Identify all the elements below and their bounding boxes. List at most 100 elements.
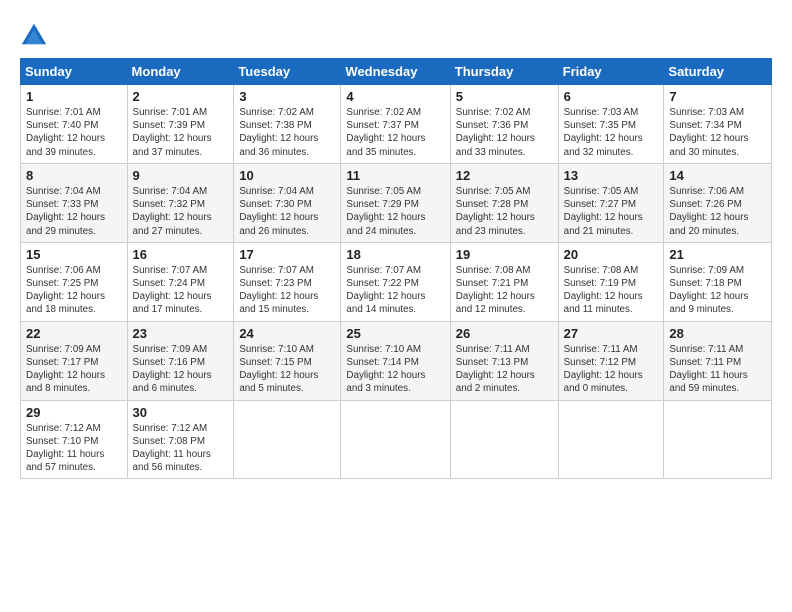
- day-info: Sunrise: 7:11 AM Sunset: 7:11 PM Dayligh…: [669, 343, 766, 396]
- day-number: 19: [456, 247, 553, 262]
- calendar-cell: [558, 400, 664, 479]
- day-number: 24: [239, 326, 335, 341]
- calendar-cell: 15 Sunrise: 7:06 AM Sunset: 7:25 PM Dayli…: [21, 242, 128, 321]
- day-info: Sunrise: 7:02 AM Sunset: 7:37 PM Dayligh…: [346, 106, 444, 159]
- calendar-cell: [664, 400, 772, 479]
- calendar-week-row: 8 Sunrise: 7:04 AM Sunset: 7:33 PM Daylig…: [21, 163, 772, 242]
- day-number: 28: [669, 326, 766, 341]
- day-number: 30: [133, 405, 229, 420]
- day-number: 9: [133, 168, 229, 183]
- day-number: 7: [669, 89, 766, 104]
- day-number: 4: [346, 89, 444, 104]
- logo-icon: [20, 20, 48, 48]
- calendar-cell: 22 Sunrise: 7:09 AM Sunset: 7:17 PM Dayli…: [21, 321, 128, 400]
- calendar-week-row: 15 Sunrise: 7:06 AM Sunset: 7:25 PM Dayli…: [21, 242, 772, 321]
- day-number: 22: [26, 326, 122, 341]
- day-info: Sunrise: 7:05 AM Sunset: 7:29 PM Dayligh…: [346, 185, 444, 238]
- day-number: 13: [564, 168, 659, 183]
- day-number: 3: [239, 89, 335, 104]
- day-number: 29: [26, 405, 122, 420]
- day-number: 10: [239, 168, 335, 183]
- day-info: Sunrise: 7:10 AM Sunset: 7:15 PM Dayligh…: [239, 343, 335, 396]
- calendar-week-row: 1 Sunrise: 7:01 AM Sunset: 7:40 PM Daylig…: [21, 85, 772, 164]
- calendar-cell: 2Sunrise: 7:01 AM Sunset: 7:39 PM Daylig…: [127, 85, 234, 164]
- day-number: 12: [456, 168, 553, 183]
- day-info: Sunrise: 7:04 AM Sunset: 7:32 PM Dayligh…: [133, 185, 229, 238]
- day-number: 20: [564, 247, 659, 262]
- calendar-cell: 5 Sunrise: 7:02 AM Sunset: 7:36 PM Daylig…: [450, 85, 558, 164]
- calendar-cell: 8 Sunrise: 7:04 AM Sunset: 7:33 PM Daylig…: [21, 163, 128, 242]
- day-info: Sunrise: 7:02 AM Sunset: 7:38 PM Dayligh…: [239, 106, 335, 159]
- day-number: 5: [456, 89, 553, 104]
- calendar-cell: 19 Sunrise: 7:08 AM Sunset: 7:21 PM Dayli…: [450, 242, 558, 321]
- day-info: Sunrise: 7:03 AM Sunset: 7:35 PM Dayligh…: [564, 106, 659, 159]
- day-header-thursday: Thursday: [450, 59, 558, 85]
- day-info: Sunrise: 7:03 AM Sunset: 7:34 PM Dayligh…: [669, 106, 766, 159]
- calendar-cell: 28 Sunrise: 7:11 AM Sunset: 7:11 PM Dayli…: [664, 321, 772, 400]
- day-number: 21: [669, 247, 766, 262]
- day-info: Sunrise: 7:04 AM Sunset: 7:33 PM Dayligh…: [26, 185, 122, 238]
- calendar-table: SundayMondayTuesdayWednesdayThursdayFrid…: [20, 58, 772, 479]
- calendar-cell: 20 Sunrise: 7:08 AM Sunset: 7:19 PM Dayli…: [558, 242, 664, 321]
- page-container: SundayMondayTuesdayWednesdayThursdayFrid…: [0, 0, 792, 489]
- day-number: 26: [456, 326, 553, 341]
- day-header-wednesday: Wednesday: [341, 59, 450, 85]
- calendar-cell: 1 Sunrise: 7:01 AM Sunset: 7:40 PM Daylig…: [21, 85, 128, 164]
- day-number: 25: [346, 326, 444, 341]
- day-number: 27: [564, 326, 659, 341]
- day-number: 8: [26, 168, 122, 183]
- day-info: Sunrise: 7:02 AM Sunset: 7:36 PM Dayligh…: [456, 106, 553, 159]
- calendar-cell: [234, 400, 341, 479]
- day-number: 2: [133, 89, 229, 104]
- calendar-cell: 10 Sunrise: 7:04 AM Sunset: 7:30 PM Dayli…: [234, 163, 341, 242]
- day-number: 18: [346, 247, 444, 262]
- calendar-cell: [450, 400, 558, 479]
- day-number: 16: [133, 247, 229, 262]
- day-header-sunday: Sunday: [21, 59, 128, 85]
- calendar-cell: 16 Sunrise: 7:07 AM Sunset: 7:24 PM Dayli…: [127, 242, 234, 321]
- day-number: 1: [26, 89, 122, 104]
- calendar-header-row: SundayMondayTuesdayWednesdayThursdayFrid…: [21, 59, 772, 85]
- day-info: Sunrise: 7:05 AM Sunset: 7:28 PM Dayligh…: [456, 185, 553, 238]
- calendar-cell: 29Sunrise: 7:12 AM Sunset: 7:10 PM Dayli…: [21, 400, 128, 479]
- calendar-cell: 4 Sunrise: 7:02 AM Sunset: 7:37 PM Daylig…: [341, 85, 450, 164]
- calendar-cell: 26 Sunrise: 7:11 AM Sunset: 7:13 PM Dayli…: [450, 321, 558, 400]
- calendar-cell: 18Sunrise: 7:07 AM Sunset: 7:22 PM Dayli…: [341, 242, 450, 321]
- calendar-week-row: 22 Sunrise: 7:09 AM Sunset: 7:17 PM Dayli…: [21, 321, 772, 400]
- day-number: 23: [133, 326, 229, 341]
- day-number: 17: [239, 247, 335, 262]
- day-header-tuesday: Tuesday: [234, 59, 341, 85]
- day-number: 15: [26, 247, 122, 262]
- calendar-cell: 9 Sunrise: 7:04 AM Sunset: 7:32 PM Daylig…: [127, 163, 234, 242]
- calendar-week-row: 29Sunrise: 7:12 AM Sunset: 7:10 PM Dayli…: [21, 400, 772, 479]
- day-number: 14: [669, 168, 766, 183]
- day-info: Sunrise: 7:04 AM Sunset: 7:30 PM Dayligh…: [239, 185, 335, 238]
- calendar-cell: 24 Sunrise: 7:10 AM Sunset: 7:15 PM Dayli…: [234, 321, 341, 400]
- calendar-cell: 23Sunrise: 7:09 AM Sunset: 7:16 PM Dayli…: [127, 321, 234, 400]
- day-info: Sunrise: 7:05 AM Sunset: 7:27 PM Dayligh…: [564, 185, 659, 238]
- calendar-cell: 13 Sunrise: 7:05 AM Sunset: 7:27 PM Dayli…: [558, 163, 664, 242]
- day-info: Sunrise: 7:11 AM Sunset: 7:12 PM Dayligh…: [564, 343, 659, 396]
- day-info: Sunrise: 7:07 AM Sunset: 7:24 PM Dayligh…: [133, 264, 229, 317]
- day-number: 6: [564, 89, 659, 104]
- day-info: Sunrise: 7:06 AM Sunset: 7:26 PM Dayligh…: [669, 185, 766, 238]
- day-info: Sunrise: 7:09 AM Sunset: 7:17 PM Dayligh…: [26, 343, 122, 396]
- day-info: Sunrise: 7:01 AM Sunset: 7:40 PM Dayligh…: [26, 106, 122, 159]
- day-header-monday: Monday: [127, 59, 234, 85]
- calendar-cell: 12 Sunrise: 7:05 AM Sunset: 7:28 PM Dayli…: [450, 163, 558, 242]
- logo: [20, 20, 50, 48]
- calendar-cell: 6 Sunrise: 7:03 AM Sunset: 7:35 PM Daylig…: [558, 85, 664, 164]
- day-info: Sunrise: 7:07 AM Sunset: 7:23 PM Dayligh…: [239, 264, 335, 317]
- day-info: Sunrise: 7:08 AM Sunset: 7:19 PM Dayligh…: [564, 264, 659, 317]
- calendar-cell: 27 Sunrise: 7:11 AM Sunset: 7:12 PM Dayli…: [558, 321, 664, 400]
- calendar-cell: 17 Sunrise: 7:07 AM Sunset: 7:23 PM Dayli…: [234, 242, 341, 321]
- day-info: Sunrise: 7:06 AM Sunset: 7:25 PM Dayligh…: [26, 264, 122, 317]
- calendar-cell: 14 Sunrise: 7:06 AM Sunset: 7:26 PM Dayli…: [664, 163, 772, 242]
- calendar-cell: 25Sunrise: 7:10 AM Sunset: 7:14 PM Dayli…: [341, 321, 450, 400]
- day-header-saturday: Saturday: [664, 59, 772, 85]
- day-info: Sunrise: 7:08 AM Sunset: 7:21 PM Dayligh…: [456, 264, 553, 317]
- calendar-cell: [341, 400, 450, 479]
- calendar-cell: 11Sunrise: 7:05 AM Sunset: 7:29 PM Dayli…: [341, 163, 450, 242]
- day-header-friday: Friday: [558, 59, 664, 85]
- day-info: Sunrise: 7:11 AM Sunset: 7:13 PM Dayligh…: [456, 343, 553, 396]
